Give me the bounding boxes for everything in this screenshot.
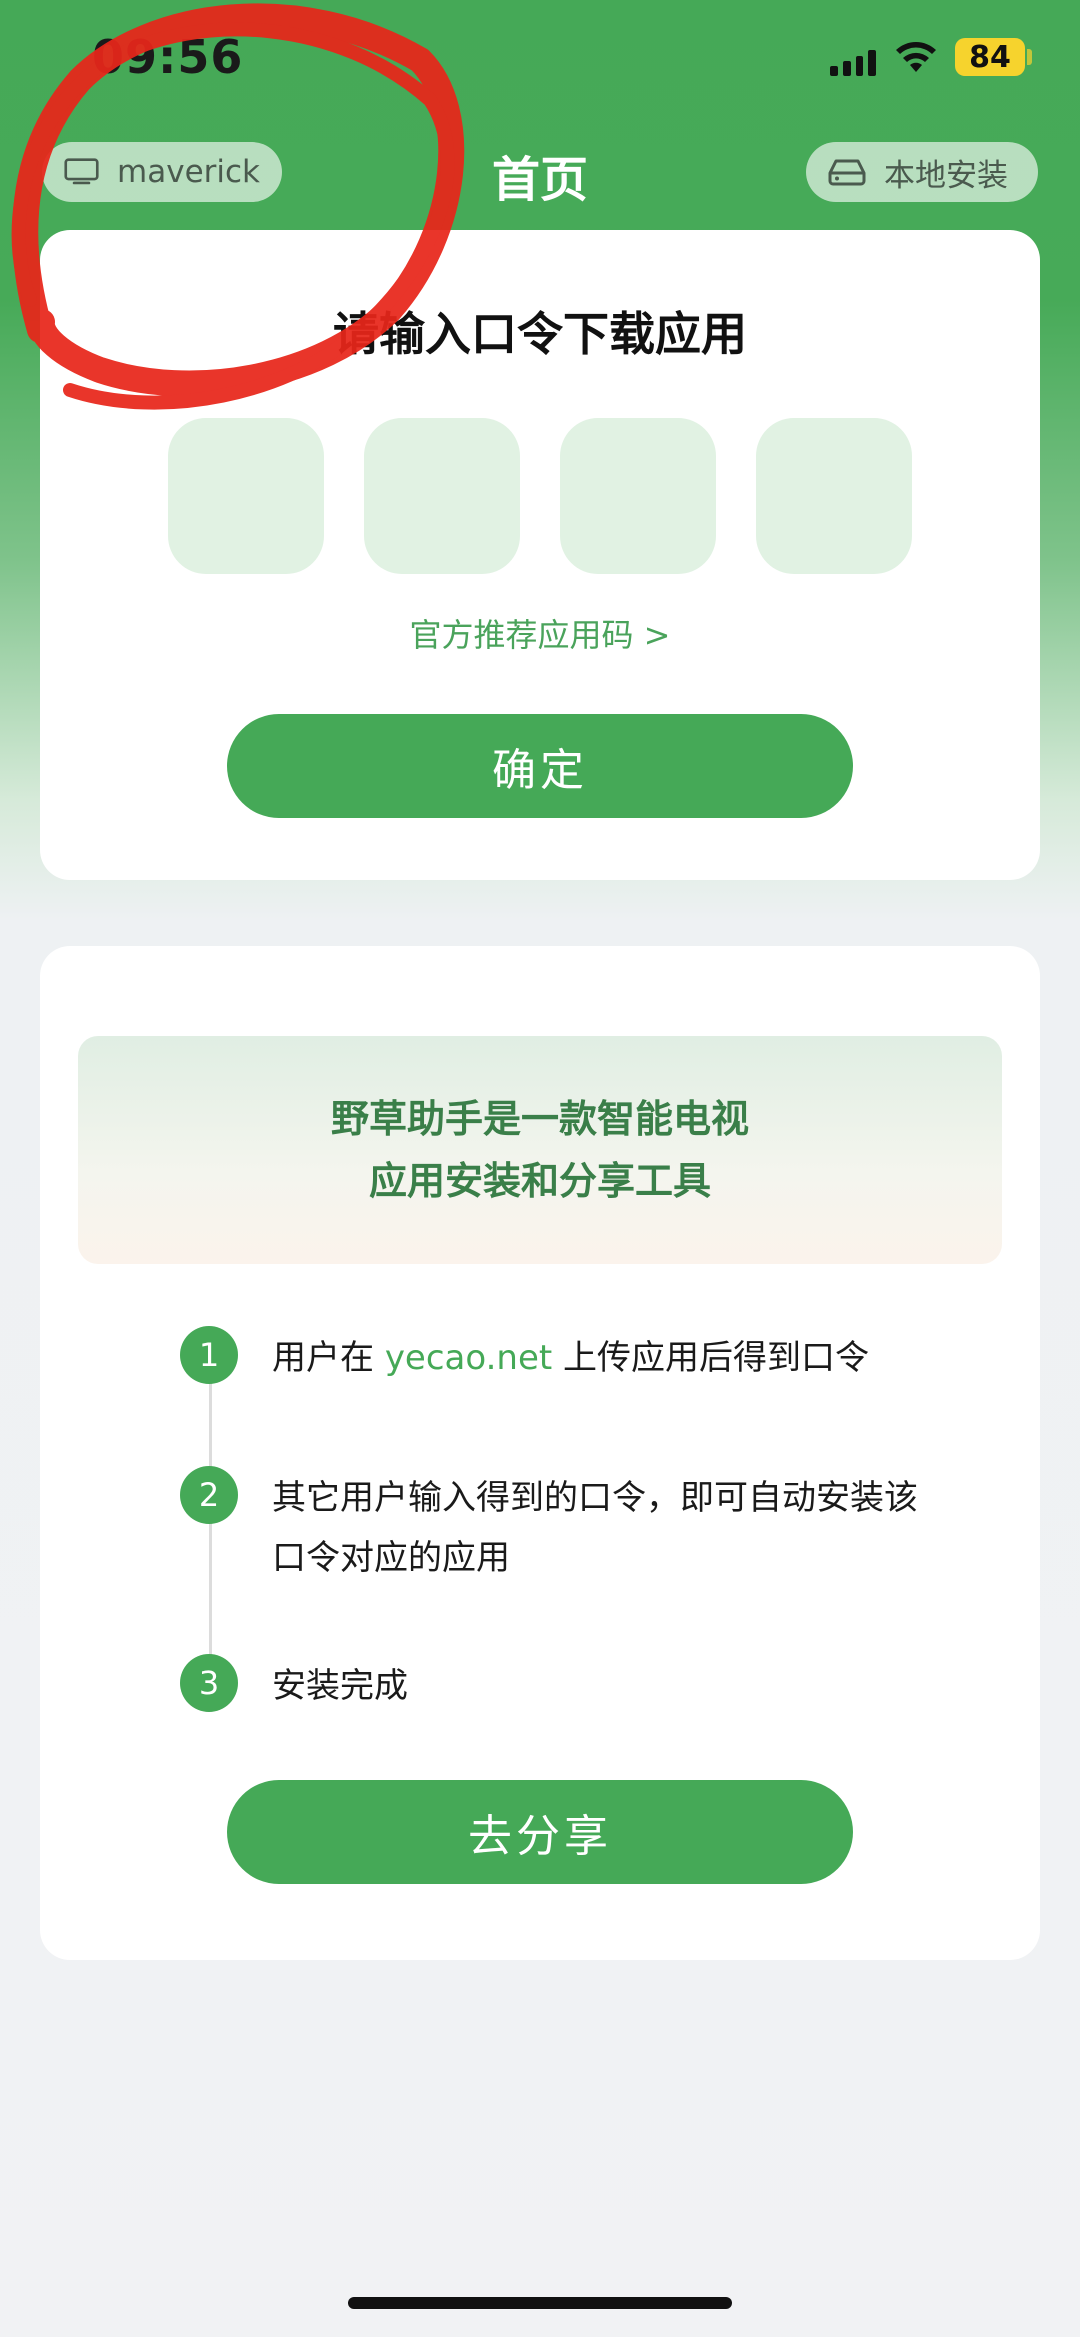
step-number-badge: 2 (180, 1466, 238, 1524)
home-indicator (348, 2297, 732, 2309)
step-number-badge: 3 (180, 1654, 238, 1712)
code-input-1[interactable] (168, 418, 324, 574)
share-button[interactable]: 去分享 (227, 1780, 853, 1884)
local-install-label: 本地安装 (884, 157, 1008, 194)
code-input-2[interactable] (364, 418, 520, 574)
code-entry-card: 请输入口令下载应用 官方推荐应用码 > 确定 (40, 230, 1040, 880)
code-input-4[interactable] (756, 418, 912, 574)
code-card-title: 请输入口令下载应用 (333, 307, 747, 361)
battery-icon: 84 (955, 38, 1025, 76)
signal-icon (830, 50, 876, 76)
local-install-button[interactable]: 本地安装 (806, 142, 1038, 202)
wifi-icon (896, 42, 936, 72)
intro-banner: 野草助手是一款智能电视 应用安装和分享工具 (78, 1036, 1002, 1264)
yecao-link[interactable]: yecao.net (385, 1338, 552, 1378)
top-nav: maverick 首页 本地安装 (0, 130, 1080, 220)
step-text-before: 用户在 (272, 1338, 385, 1378)
step-number-badge: 1 (180, 1326, 238, 1384)
step-text: 安装完成 (272, 1666, 408, 1706)
intro-line-2: 应用安装和分享工具 (368, 1159, 711, 1203)
confirm-button[interactable]: 确定 (227, 714, 853, 818)
storage-drive-icon (828, 159, 866, 186)
battery-tip (1027, 49, 1032, 65)
step-text-after: 上传应用后得到口令 (552, 1338, 870, 1378)
step-text: 用户在 yecao.net 上传应用后得到口令 (272, 1328, 922, 1388)
info-card: 野草助手是一款智能电视 应用安装和分享工具 1 用户在 yecao.net 上传… (40, 946, 1040, 1960)
intro-line-1: 野草助手是一款智能电视 (330, 1097, 749, 1141)
code-input-group (168, 418, 912, 574)
step-text: 其它用户输入得到的口令，即可自动安装该口令对应的应用 (272, 1478, 918, 1578)
code-input-3[interactable] (560, 418, 716, 574)
status-bar: 09:56 84 (0, 0, 1080, 120)
status-time: 09:56 (92, 30, 244, 84)
recommended-codes-link[interactable]: 官方推荐应用码 > (40, 610, 1040, 656)
